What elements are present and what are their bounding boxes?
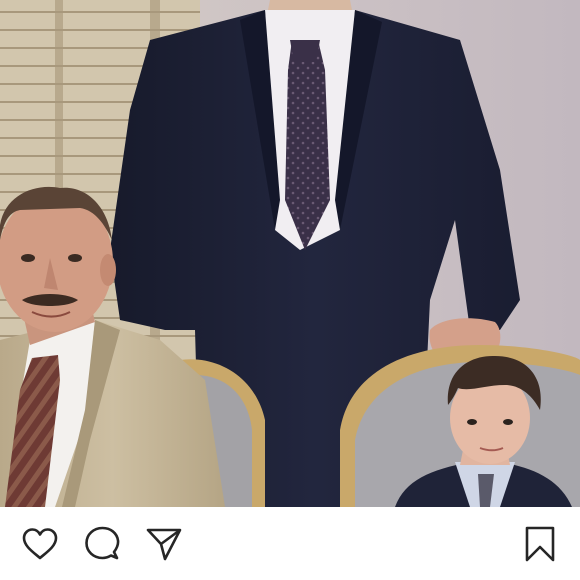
comment-bubble-icon	[85, 526, 120, 560]
instagram-post	[0, 0, 580, 580]
like-button[interactable]	[18, 522, 62, 566]
bookmark-icon	[525, 526, 555, 562]
comment-button[interactable]	[80, 522, 124, 566]
post-action-bar	[0, 507, 580, 580]
family-portrait-image	[0, 0, 580, 507]
paper-plane-icon	[146, 528, 182, 561]
share-button[interactable]	[142, 522, 186, 566]
post-photo[interactable]	[0, 0, 580, 507]
heart-icon	[22, 528, 58, 560]
save-button[interactable]	[518, 522, 562, 566]
